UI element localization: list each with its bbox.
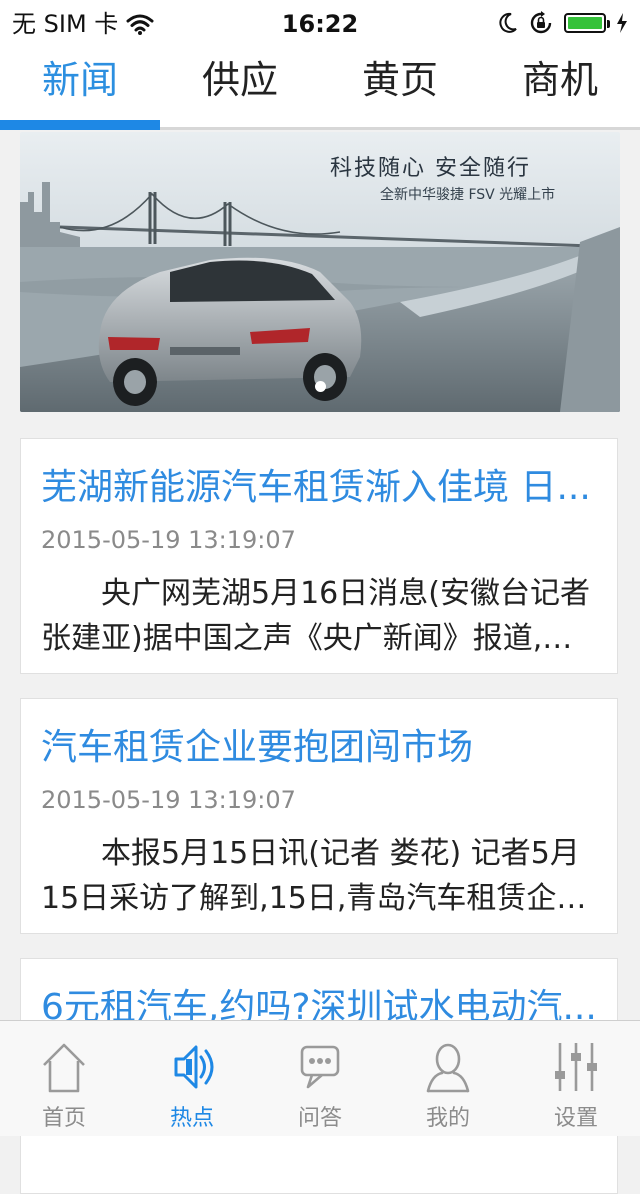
tab-business[interactable]: 商机 xyxy=(480,52,640,112)
tab-yellow-pages[interactable]: 黄页 xyxy=(320,52,480,112)
status-bar: 无 SIM 卡 16:22 xyxy=(0,0,640,48)
nav-settings[interactable]: 设置 xyxy=(512,1021,640,1137)
user-icon xyxy=(426,1043,470,1093)
news-card[interactable]: 汽车租赁企业要抱团闯市场 2015-05-19 13:19:07 本报5月15日… xyxy=(20,698,618,934)
nav-hot[interactable]: 热点 xyxy=(128,1021,256,1137)
news-title[interactable]: 汽车租赁企业要抱团闯市场 xyxy=(41,723,597,773)
tab-news[interactable]: 新闻 xyxy=(0,52,160,112)
nav-settings-label: 设置 xyxy=(553,1106,598,1131)
nav-qa[interactable]: 问答 xyxy=(256,1021,384,1137)
news-summary: 本报5月15日讯(记者 娄花) 记者5月15日采访了解到,15日,青岛汽车租赁企… xyxy=(41,836,580,916)
banner-carousel[interactable]: 科技随心 安全随行 全新中华骏捷 FSV 光耀上市 xyxy=(20,132,620,412)
news-card[interactable]: 芜湖新能源汽车租赁渐入佳境 日... 2015-05-19 13:19:07 央… xyxy=(20,438,618,674)
bottom-nav-bar: 首页 热点 问答 我的 设置 xyxy=(0,1020,640,1136)
hot-speaker-icon xyxy=(174,1045,214,1089)
nav-home-label: 首页 xyxy=(41,1106,86,1131)
settings-sliders-icon xyxy=(555,1043,597,1091)
nav-mine[interactable]: 我的 xyxy=(384,1021,512,1137)
rotation-lock-icon xyxy=(530,11,552,34)
news-date: 2015-05-19 13:19:07 xyxy=(41,526,296,554)
top-tab-bar: 新闻 供应 黄页 商机 xyxy=(0,48,640,130)
banner-slogan: 科技随心 安全随行 xyxy=(330,156,531,181)
nav-mine-label: 我的 xyxy=(425,1106,470,1131)
battery-icon xyxy=(564,13,610,33)
carousel-dot-active[interactable] xyxy=(315,381,326,392)
tab-active-indicator xyxy=(0,120,160,130)
nav-home[interactable]: 首页 xyxy=(0,1021,128,1137)
status-right xyxy=(498,10,628,36)
news-summary: 央广网芜湖5月16日消息(安徽台记者张建亚)据中国之声《央广新闻》报道,自... xyxy=(41,576,590,656)
charging-icon xyxy=(617,13,627,33)
news-date: 2015-05-19 13:19:07 xyxy=(41,786,296,814)
banner-subtitle: 全新中华骏捷 FSV 光耀上市 xyxy=(380,187,556,203)
nav-qa-label: 问答 xyxy=(297,1106,342,1131)
tab-supply[interactable]: 供应 xyxy=(160,52,320,112)
chat-icon xyxy=(300,1045,340,1089)
nav-hot-label: 热点 xyxy=(169,1106,214,1131)
battery-fill xyxy=(568,17,602,29)
moon-icon xyxy=(499,12,517,33)
news-title[interactable]: 芜湖新能源汽车租赁渐入佳境 日... xyxy=(41,463,597,513)
home-icon xyxy=(43,1043,85,1093)
